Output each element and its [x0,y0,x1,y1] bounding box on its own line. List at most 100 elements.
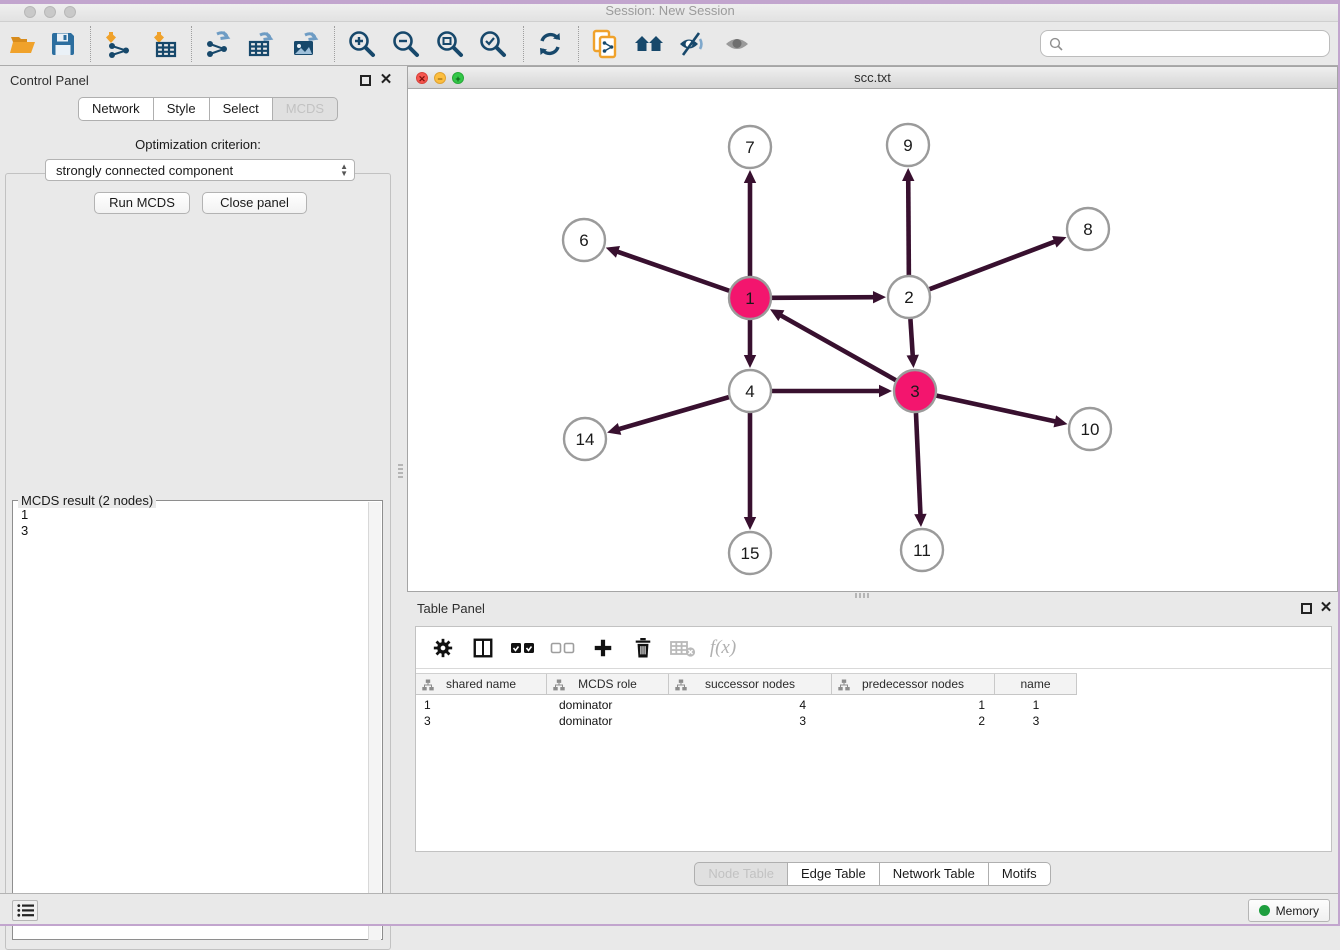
control-panel-close-button[interactable]: ✕ [378,72,394,88]
network-close-button[interactable]: ✕ [416,72,428,84]
export-image-icon[interactable] [288,28,322,60]
graph-node-label: 7 [745,138,754,157]
graph-edge-3-11[interactable] [916,413,921,516]
import-network-icon[interactable] [100,28,134,60]
graph-edge-1-2[interactable] [772,297,875,298]
apply-preferred-layout-icon[interactable] [533,28,567,60]
zoom-fit-icon[interactable] [433,28,467,60]
import-table-icon[interactable] [148,28,182,60]
graph-edge-2-8[interactable] [930,241,1057,289]
table-header-row[interactable]: shared nameMCDS rolesuccessor nodesprede… [416,673,1077,695]
column-header-shared-name[interactable]: shared name [416,674,547,694]
hide-selected-icon[interactable] [675,28,709,60]
table-settings-icon[interactable] [430,635,456,661]
window-close-button[interactable] [24,6,36,18]
create-column-icon[interactable] [590,635,616,661]
graph-node-label: 15 [741,544,760,563]
run-mcds-button[interactable]: Run MCDS [94,192,190,214]
delete-table-icon[interactable] [670,635,696,661]
control-panel-float-button[interactable] [360,75,371,86]
save-session-icon[interactable] [46,28,80,60]
table-row[interactable]: 1dominator411 [416,697,1077,713]
graph-edge-3-1[interactable] [780,315,896,381]
export-table-icon[interactable] [244,28,278,60]
graph-edge-arrowhead [1054,415,1068,427]
first-neighbors-icon[interactable] [632,28,666,60]
graph-node-4[interactable]: 4 [729,370,771,412]
network-window-titlebar[interactable]: ✕ − + scc.txt [408,67,1337,89]
graph-node-2[interactable]: 2 [888,276,930,318]
graph-node-15[interactable]: 15 [729,532,771,574]
column-header-successor-nodes[interactable]: successor nodes [669,674,832,694]
column-type-icon [838,679,850,691]
network-maximize-button[interactable]: + [452,72,464,84]
graph-edge-2-9[interactable] [908,179,909,275]
graph-node-1[interactable]: 1 [729,277,771,319]
window-minimize-button[interactable] [44,6,56,18]
graph-edge-1-6[interactable] [616,251,729,291]
select-all-columns-icon[interactable] [510,635,536,661]
graph-edge-arrowhead [902,168,914,181]
table-cell[interactable]: dominator [547,713,669,729]
memory-button[interactable]: Memory [1248,899,1330,922]
search-field[interactable] [1040,30,1330,57]
column-header-MCDS-role[interactable]: MCDS role [547,674,669,694]
zoom-selected-icon[interactable] [476,28,510,60]
tab-network[interactable]: Network [78,97,153,121]
search-input[interactable] [1068,36,1329,51]
table-panel-float-button[interactable] [1301,603,1312,614]
graph-node-9[interactable]: 9 [887,124,929,166]
tab-style[interactable]: Style [153,97,209,121]
list-icon [17,903,34,918]
table-tab-edge-table[interactable]: Edge Table [787,862,879,886]
graph-edge-2-3[interactable] [910,319,912,357]
table-cell[interactable]: dominator [547,697,669,713]
zoom-in-icon[interactable] [345,28,379,60]
graph-node-10[interactable]: 10 [1069,408,1111,450]
network-minimize-button[interactable]: − [434,72,446,84]
table-tab-network-table[interactable]: Network Table [879,862,988,886]
optimization-criterion-dropdown[interactable]: strongly connected component ▲▼ [45,159,355,181]
network-canvas[interactable]: 7 9 6 8 1 2 4 3 14 10 15 11 [408,90,1337,592]
split-table-view-icon[interactable] [470,635,496,661]
table-cell[interactable]: 1 [995,697,1077,713]
export-network-icon[interactable] [201,28,235,60]
graph-edge-4-14[interactable] [618,397,729,429]
column-header-name[interactable]: name [995,674,1077,694]
column-header-predecessor-nodes[interactable]: predecessor nodes [832,674,995,694]
tab-select[interactable]: Select [209,97,272,121]
function-builder-icon[interactable]: f(x) [710,635,736,661]
table-row[interactable]: 3dominator323 [416,713,1077,729]
vertical-splitter-grip[interactable] [398,464,403,478]
table-tab-motifs[interactable]: Motifs [988,862,1051,886]
table-cell[interactable]: 2 [832,713,995,729]
table-panel-close-button[interactable]: ✕ [1318,600,1334,616]
table-tab-node-table[interactable]: Node Table [694,862,787,886]
zoom-out-icon[interactable] [389,28,423,60]
graph-node-3[interactable]: 3 [894,370,936,412]
delete-columns-icon[interactable] [630,635,656,661]
clone-network-icon[interactable] [588,28,622,60]
table-cell[interactable]: 1 [416,697,547,713]
open-session-icon[interactable] [6,28,40,60]
graph-edge-3-10[interactable] [936,396,1056,422]
window-zoom-button[interactable] [64,6,76,18]
tab-mcds[interactable]: MCDS [272,97,338,121]
show-all-icon[interactable] [720,28,754,60]
mcds-result-box: 13 [12,500,383,940]
graph-node-8[interactable]: 8 [1067,208,1109,250]
close-panel-button[interactable]: Close panel [202,192,307,214]
task-history-button[interactable] [12,900,38,921]
graph-node-7[interactable]: 7 [729,126,771,168]
table-cell[interactable]: 1 [832,697,995,713]
graph-node-6[interactable]: 6 [563,219,605,261]
graph-node-14[interactable]: 14 [564,418,606,460]
result-scrollbar[interactable] [368,502,381,940]
graph-edge-arrowhead [907,355,919,368]
table-cell[interactable]: 3 [995,713,1077,729]
table-cell[interactable]: 4 [669,697,832,713]
graph-node-11[interactable]: 11 [901,529,943,571]
table-cell[interactable]: 3 [416,713,547,729]
table-cell[interactable]: 3 [669,713,832,729]
deselect-all-columns-icon[interactable] [550,635,576,661]
